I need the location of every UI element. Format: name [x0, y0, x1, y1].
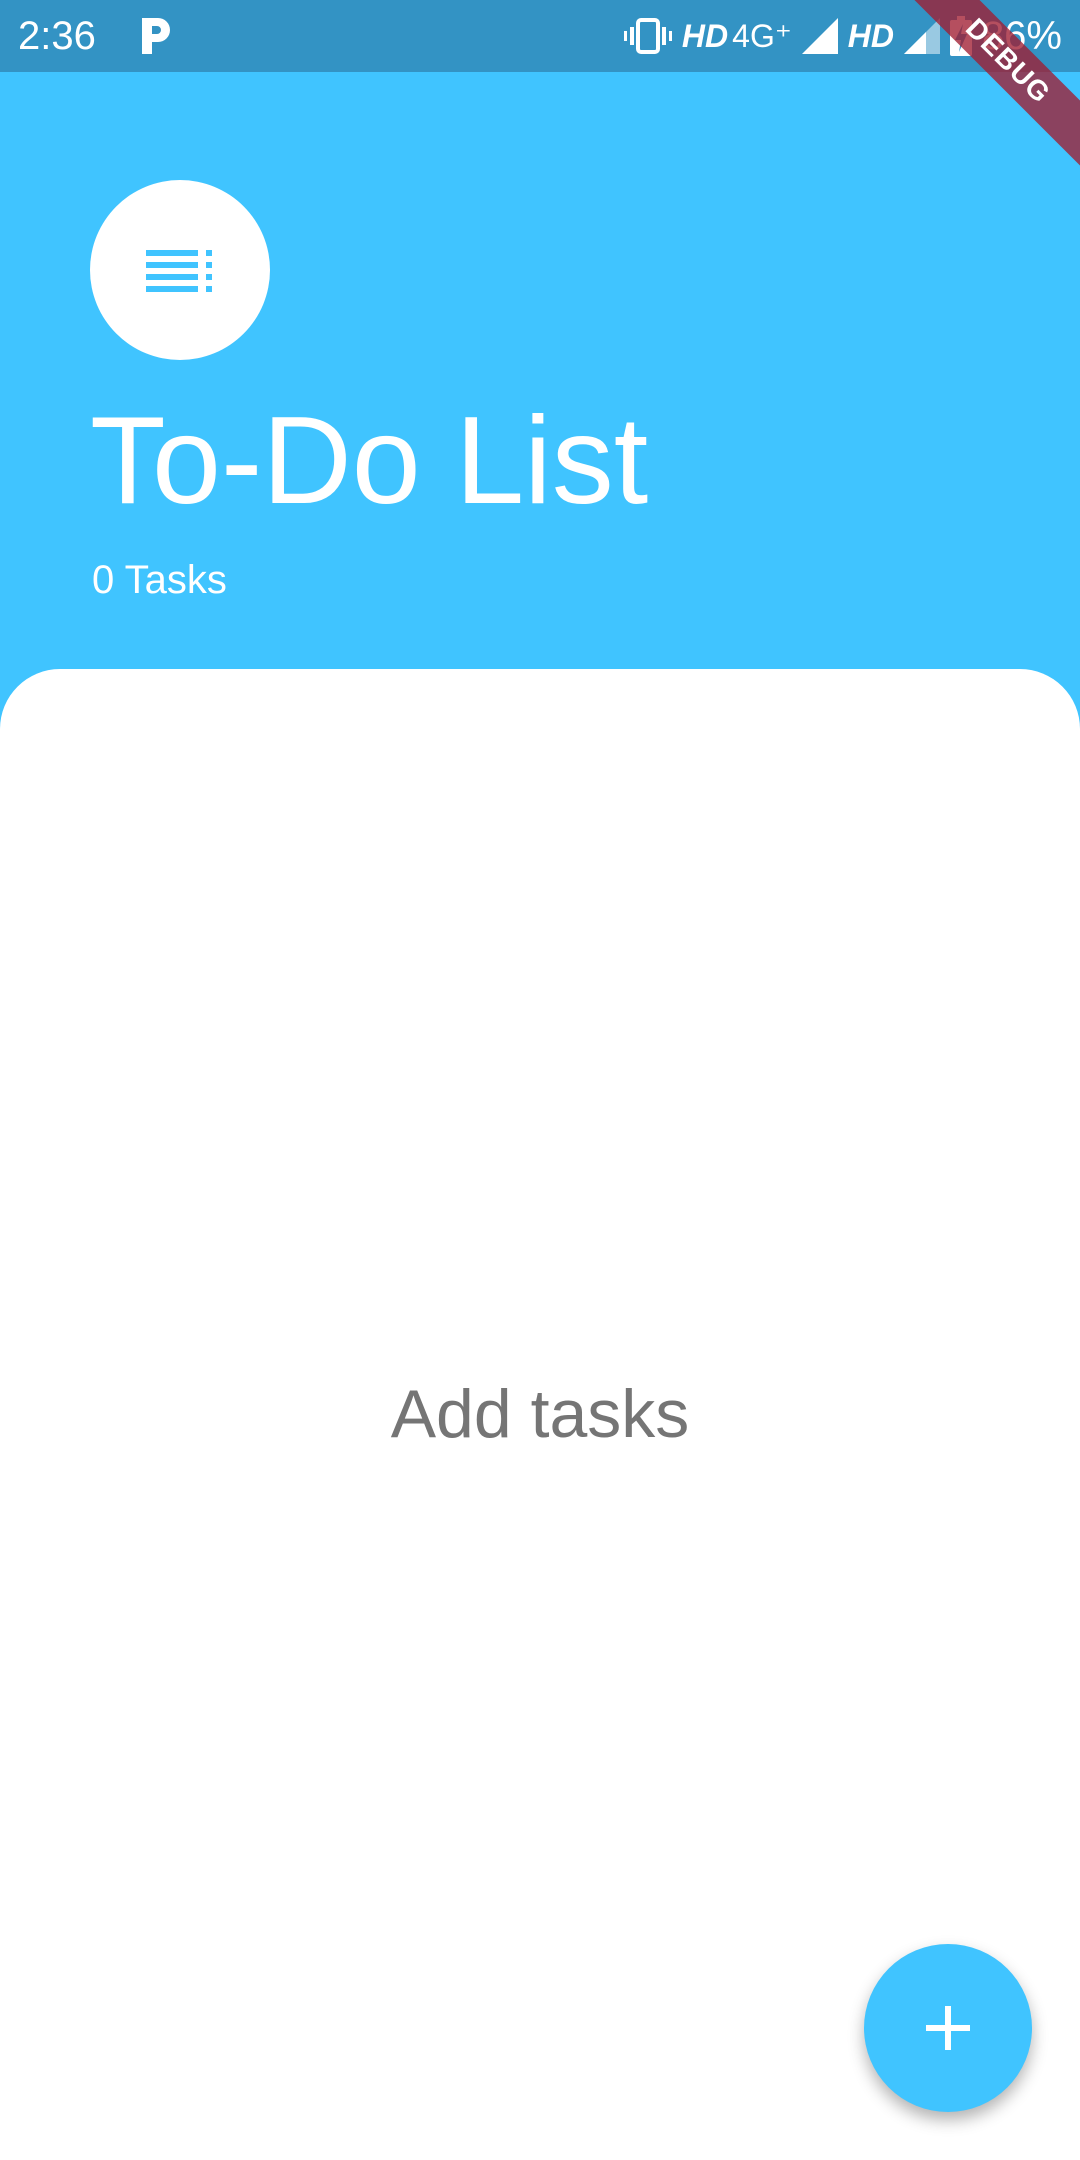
- network-hd-label-2: HD: [847, 18, 894, 54]
- status-time: 2:36: [18, 14, 96, 58]
- signal-icon-2: [903, 18, 940, 54]
- signal-icon: [801, 18, 838, 54]
- task-list-card: Add tasks: [0, 669, 1080, 2160]
- add-task-button[interactable]: [864, 1944, 1032, 2112]
- network-type-label: 4G⁺: [732, 18, 792, 54]
- list-menu-icon: [146, 250, 212, 292]
- page-title: To-Do List: [90, 392, 649, 530]
- screen: 2:36 HD 4G⁺ HD 86% DEBUG To-Do List 0 Ta…: [0, 0, 1080, 2160]
- task-count: 0 Tasks: [92, 558, 227, 602]
- menu-button[interactable]: [90, 180, 270, 360]
- network-hd-label: HD: [681, 18, 729, 54]
- status-bar: 2:36 HD 4G⁺ HD 86%: [0, 0, 1080, 72]
- header: To-Do List 0 Tasks: [0, 72, 1080, 672]
- empty-state-message: Add tasks: [390, 1376, 690, 1452]
- parking-app-icon: [142, 18, 170, 54]
- add-icon: [926, 2006, 970, 2050]
- vibrate-icon: [623, 18, 672, 54]
